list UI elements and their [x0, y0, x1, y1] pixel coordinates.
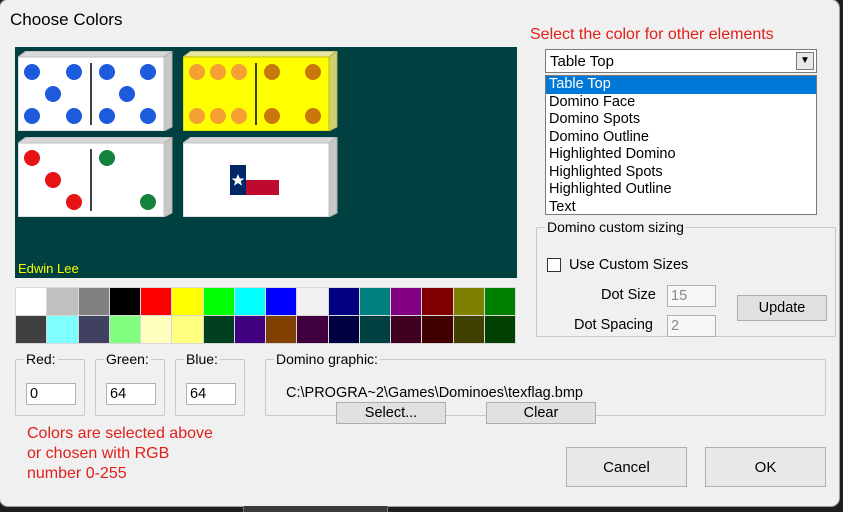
domino-preview: Edwin Lee	[15, 47, 517, 278]
color-swatch[interactable]	[16, 288, 47, 315]
choose-colors-dialog: Choose Colors Select the color for other…	[0, 0, 839, 506]
cancel-button[interactable]: Cancel	[566, 447, 687, 487]
color-swatch[interactable]	[78, 288, 109, 315]
blue-label: Blue:	[186, 351, 218, 367]
background-window-edge	[243, 506, 388, 512]
element-list-item[interactable]: Highlighted Outline	[546, 181, 816, 199]
color-swatch[interactable]	[109, 288, 140, 315]
custom-sizing-legend: Domino custom sizing	[547, 219, 684, 235]
color-swatch[interactable]	[203, 288, 234, 315]
element-list-item[interactable]: Domino Face	[546, 94, 816, 112]
blue-group: Blue: 64	[175, 351, 245, 416]
color-swatch[interactable]	[453, 288, 484, 315]
color-swatch[interactable]	[266, 316, 297, 343]
domino-white-blue	[18, 51, 173, 131]
color-swatch[interactable]	[484, 288, 515, 315]
element-list-item[interactable]: Highlighted Spots	[546, 164, 816, 182]
dialog-title: Choose Colors	[10, 10, 123, 29]
color-swatch[interactable]	[453, 316, 484, 343]
blue-input[interactable]: 64	[186, 383, 236, 405]
dot-size-label: Dot Size	[601, 287, 656, 303]
color-swatch[interactable]	[141, 288, 172, 315]
domino-highlighted	[183, 51, 338, 131]
color-swatch[interactable]	[234, 316, 265, 343]
color-swatch[interactable]	[297, 316, 328, 343]
checkbox-box[interactable]	[547, 258, 561, 272]
element-list-item[interactable]: Text	[546, 199, 816, 215]
element-list[interactable]: Table Top Domino Face Domino Spots Domino O…	[545, 75, 817, 215]
color-swatch[interactable]	[203, 316, 234, 343]
color-swatch[interactable]	[391, 288, 422, 315]
color-swatch[interactable]	[422, 288, 453, 315]
clear-graphic-button[interactable]: Clear	[486, 402, 596, 424]
element-list-item[interactable]: Domino Outline	[546, 129, 816, 147]
color-swatch[interactable]	[422, 316, 453, 343]
green-label: Green:	[106, 351, 149, 367]
color-swatch[interactable]	[359, 288, 390, 315]
domino-graphic-group: Domino graphic: C:\PROGRA~2\Games\Domino…	[265, 351, 826, 424]
color-swatch[interactable]	[234, 288, 265, 315]
green-group: Green: 64	[95, 351, 165, 416]
color-swatch[interactable]	[78, 316, 109, 343]
use-custom-sizes-label: Use Custom Sizes	[569, 257, 689, 273]
red-label: Red:	[26, 351, 56, 367]
chevron-down-icon[interactable]: ▼	[796, 52, 814, 70]
color-swatch[interactable]	[141, 316, 172, 343]
color-swatch[interactable]	[484, 316, 515, 343]
element-select-hint: Select the color for other elements	[530, 26, 774, 43]
domino-graphic-legend: Domino graphic:	[276, 351, 378, 367]
domino-texas-flag	[183, 137, 338, 217]
color-swatch[interactable]	[47, 288, 78, 315]
dot-spacing-label: Dot Spacing	[574, 317, 653, 333]
element-list-item[interactable]: Domino Spots	[546, 111, 816, 129]
color-palette	[15, 287, 516, 344]
color-swatch[interactable]	[359, 316, 390, 343]
element-dropdown-value: Table Top	[550, 53, 614, 70]
use-custom-sizes-checkbox[interactable]: Use Custom Sizes	[547, 257, 688, 273]
color-swatch[interactable]	[172, 316, 203, 343]
element-list-item[interactable]: Table Top	[546, 76, 816, 94]
domino-white-red-green	[18, 137, 173, 217]
ok-button[interactable]: OK	[705, 447, 826, 487]
color-swatch[interactable]	[328, 316, 359, 343]
color-swatch[interactable]	[109, 316, 140, 343]
update-button[interactable]: Update	[737, 295, 827, 321]
rgb-info-hint: Colors are selected above or chosen with…	[27, 425, 213, 482]
graphic-path: C:\PROGRA~2\Games\Dominoes\texflag.bmp	[286, 385, 583, 401]
color-swatch[interactable]	[47, 316, 78, 343]
dot-spacing-input[interactable]: 2	[667, 315, 716, 337]
color-swatch[interactable]	[172, 288, 203, 315]
red-input[interactable]: 0	[26, 383, 76, 405]
color-swatch[interactable]	[391, 316, 422, 343]
element-list-item[interactable]: Highlighted Domino	[546, 146, 816, 164]
red-group: Red: 0	[15, 351, 85, 416]
color-swatch[interactable]	[266, 288, 297, 315]
color-swatch[interactable]	[328, 288, 359, 315]
texas-flag-icon	[230, 165, 279, 195]
color-swatch[interactable]	[16, 316, 47, 343]
dot-size-input[interactable]: 15	[667, 285, 716, 307]
element-dropdown[interactable]: Table Top ▼	[545, 49, 817, 73]
select-graphic-button[interactable]: Select...	[336, 402, 446, 424]
green-input[interactable]: 64	[106, 383, 156, 405]
color-swatch[interactable]	[297, 288, 328, 315]
author-credit: Edwin Lee	[18, 261, 79, 276]
custom-sizing-group: Domino custom sizing Use Custom Sizes Do…	[536, 219, 836, 337]
